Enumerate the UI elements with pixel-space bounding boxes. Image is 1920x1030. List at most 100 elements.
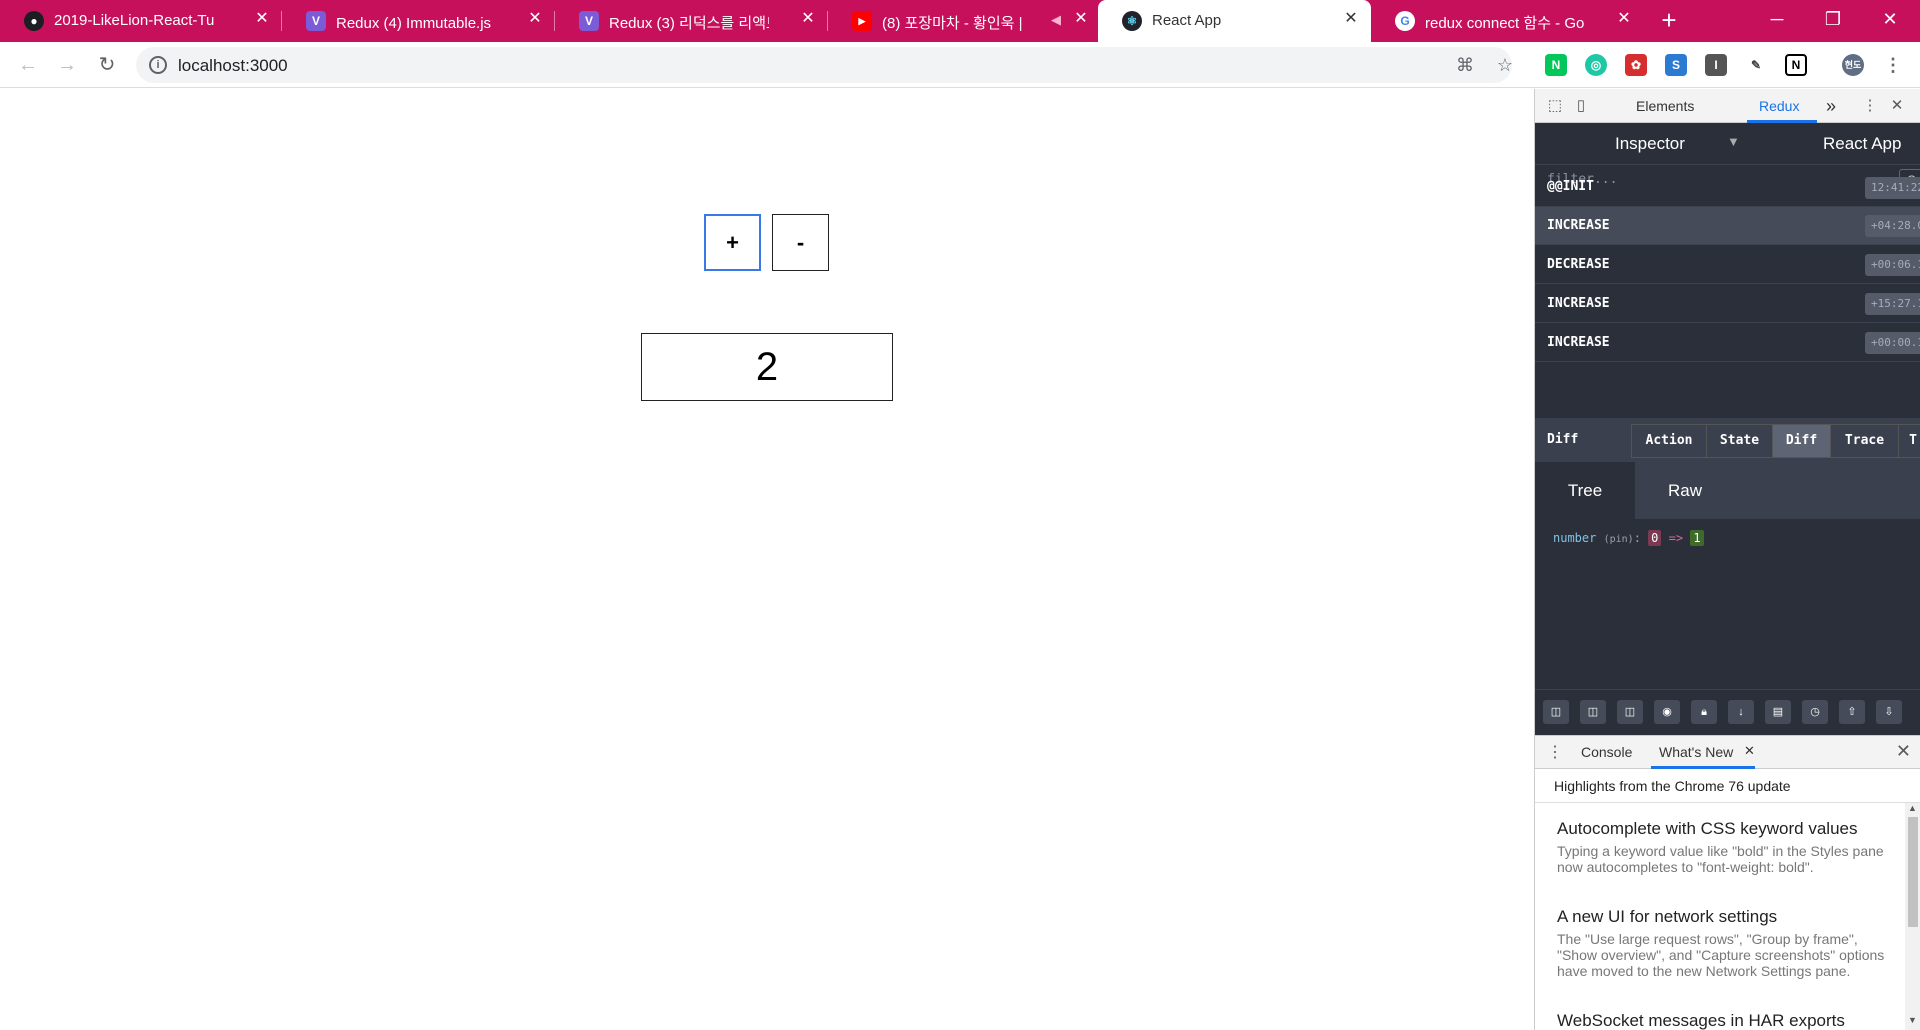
browser-tab[interactable]: V Redux (3) 리덕스를 리액트와 ✕ [555, 0, 828, 42]
new-tab-button[interactable]: + [1656, 7, 1682, 34]
download-icon[interactable]: ⇩ [1876, 700, 1902, 724]
feature-title[interactable]: A new UI for network settings [1557, 907, 1777, 927]
monitor-select[interactable]: Inspector [1615, 134, 1685, 154]
scroll-up-icon[interactable]: ▲ [1908, 803, 1917, 813]
whats-new-header: Highlights from the Chrome 76 update [1535, 769, 1920, 803]
upload-icon[interactable]: ⇧ [1839, 700, 1865, 724]
action-item[interactable]: INCREASE +00:00.1 [1535, 324, 1920, 362]
whats-new-scrollbar[interactable]: ▲ ▼ [1905, 803, 1920, 1030]
action-time: 12:41:22.0 [1865, 177, 1920, 199]
reload-icon[interactable]: ↻ [93, 51, 121, 79]
color-extension-icon[interactable]: ◎ [1585, 54, 1607, 76]
panel-label: Diff [1547, 432, 1579, 447]
scrollbar-thumb[interactable] [1908, 817, 1918, 927]
tab-tree[interactable]: Tree [1535, 462, 1635, 519]
slider-monitor-icon[interactable]: ◫ [1580, 700, 1606, 724]
page-content: + - 2 [0, 89, 1534, 1030]
devtools-panel: ⬚ ▯ Elements Redux » ⋮ ✕ Inspector ▼ Rea… [1534, 89, 1920, 1030]
react-icon: ⚛ [1122, 11, 1142, 31]
action-time: +15:27.1 [1865, 293, 1920, 315]
browser-tab[interactable]: V Redux (4) Immutable.js 혹은 Immer ✕ [282, 0, 555, 42]
more-tabs-icon[interactable]: » [1826, 89, 1836, 123]
browser-tab-active[interactable]: ⚛ React App ✕ [1098, 0, 1371, 42]
action-item-selected[interactable]: INCREASE +04:28.0 [1535, 207, 1920, 245]
profile-avatar[interactable]: 현도 [1842, 54, 1864, 76]
tab-state[interactable]: State [1706, 424, 1773, 458]
lock-icon[interactable]: 🔒︎ [1691, 700, 1717, 724]
close-tab-icon[interactable]: ✕ [525, 9, 545, 29]
devtools-tabbar: ⬚ ▯ Elements Redux » ⋮ ✕ [1535, 89, 1920, 123]
tab-trace[interactable]: Trace [1830, 424, 1899, 458]
tab-title: 2019-LikeLion-React-Tutorial [54, 12, 214, 29]
drawer-menu-icon[interactable]: ⋮ [1547, 742, 1563, 762]
close-tab-icon[interactable]: ✕ [1071, 9, 1091, 29]
tab-diff[interactable]: Diff [1772, 424, 1831, 458]
bookmark-star-icon[interactable]: ☆ [1494, 54, 1516, 76]
tab-console[interactable]: Console [1581, 736, 1632, 768]
diff-old-value: 0 [1648, 530, 1662, 546]
audio-muted-icon[interactable]: ◀ [1051, 12, 1061, 28]
tab-redux[interactable]: Redux [1759, 89, 1799, 123]
tab-elements[interactable]: Elements [1636, 89, 1694, 123]
device-toolbar-icon[interactable]: ▯ [1571, 96, 1591, 116]
browser-toolbar: ← → ↻ i localhost:3000 ⌘ ☆ N ◎ ✿ S I ✎ N… [0, 42, 1920, 88]
bug-extension-icon[interactable]: ✿ [1625, 54, 1647, 76]
action-item[interactable]: @@INIT 12:41:22.0 [1535, 177, 1920, 207]
browser-tab[interactable]: G redux connect 함수 - Google ✕ [1371, 0, 1644, 42]
keyboard-icon[interactable]: ▤ [1765, 700, 1791, 724]
tab-raw[interactable]: Raw [1635, 462, 1735, 519]
chevron-down-icon[interactable]: ▼ [1727, 134, 1740, 149]
remote-icon[interactable]: ◉ [1654, 700, 1680, 724]
feature-title[interactable]: WebSocket messages in HAR exports [1557, 1011, 1845, 1030]
notion-extension-icon[interactable]: N [1785, 54, 1807, 76]
close-window-icon[interactable]: ✕ [1862, 0, 1918, 40]
s-extension-icon[interactable]: S [1665, 54, 1687, 76]
naver-extension-icon[interactable]: N [1545, 54, 1567, 76]
close-tab-icon[interactable]: ✕ [798, 9, 818, 29]
close-tab-icon[interactable]: ✕ [252, 9, 272, 29]
minimize-icon[interactable]: ─ [1749, 0, 1805, 40]
tab-title: React App [1152, 12, 1222, 29]
feature-title[interactable]: Autocomplete with CSS keyword values [1557, 819, 1857, 839]
close-tab-icon[interactable]: ✕ [1341, 9, 1361, 29]
google-icon: G [1395, 11, 1415, 31]
i-extension-icon[interactable]: I [1705, 54, 1727, 76]
browser-menu-icon[interactable]: ⋮ [1882, 54, 1904, 76]
translate-icon[interactable]: ⌘ [1454, 54, 1476, 76]
action-name: @@INIT [1547, 179, 1594, 194]
instance-select[interactable]: React App [1823, 134, 1901, 154]
timer-icon[interactable]: ◷ [1802, 700, 1828, 724]
close-whats-new-icon[interactable]: ✕ [1744, 743, 1755, 759]
action-time: +04:28.0 [1865, 215, 1920, 237]
diff-key[interactable]: number [1553, 531, 1596, 545]
chart-monitor-icon[interactable]: ◫ [1617, 700, 1643, 724]
address-bar[interactable]: i localhost:3000 ⌘ ☆ [136, 47, 1513, 83]
decrease-button[interactable]: - [772, 214, 829, 271]
tab-action[interactable]: Action [1631, 424, 1707, 458]
velog-icon: V [579, 11, 599, 31]
close-devtools-icon[interactable]: ✕ [1887, 96, 1907, 116]
pin-icon[interactable]: ↓ [1728, 700, 1754, 724]
eyedropper-extension-icon[interactable]: ✎ [1745, 54, 1767, 76]
devtools-menu-icon[interactable]: ⋮ [1860, 96, 1880, 116]
forward-icon[interactable]: → [53, 51, 81, 79]
close-tab-icon[interactable]: ✕ [1614, 9, 1634, 29]
action-item[interactable]: INCREASE +15:27.1 [1535, 285, 1920, 323]
tab-whats-new[interactable]: What's New [1659, 736, 1733, 768]
browser-tab[interactable]: ▶ (8) 포장마차 - 황인욱 | ◀ ✕ [828, 0, 1101, 42]
restore-icon[interactable]: ❐ [1805, 0, 1861, 40]
diff-colon: : [1633, 531, 1641, 545]
log-monitor-icon[interactable]: ◫ [1543, 700, 1569, 724]
close-drawer-icon[interactable]: ✕ [1896, 741, 1911, 762]
action-item[interactable]: DECREASE +00:06.1 [1535, 246, 1920, 284]
counter-value: 2 [641, 333, 893, 401]
increase-button[interactable]: + [704, 214, 761, 271]
scroll-down-icon[interactable]: ▼ [1908, 1015, 1917, 1025]
url-text[interactable]: localhost:3000 [178, 56, 288, 76]
pin-link[interactable]: (pin) [1604, 534, 1634, 545]
site-info-icon[interactable]: i [149, 56, 167, 74]
back-icon[interactable]: ← [14, 51, 42, 79]
inspect-element-icon[interactable]: ⬚ [1545, 96, 1565, 116]
browser-tab[interactable]: ● 2019-LikeLion-React-Tutorial ✕ [0, 0, 282, 42]
tab-test[interactable]: T [1898, 424, 1920, 458]
